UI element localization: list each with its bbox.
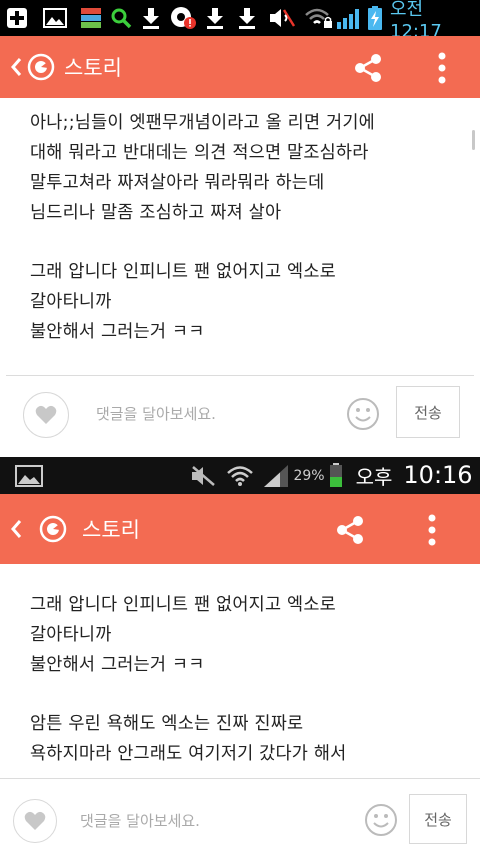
back-icon[interactable] [6, 516, 26, 542]
status-time: 오전 12:17 [390, 0, 442, 42]
share-icon[interactable] [334, 514, 366, 546]
send-button[interactable]: 전송 [409, 794, 467, 844]
post-line: 욕하지마라 안그래도 여기저기 갔다가 해서 [30, 744, 347, 764]
post-line: 아나;;님들이 엣팬무개념이라고 올 리면 거기에 [30, 113, 375, 133]
download-icon [140, 7, 162, 29]
comment-bar: 전송 [0, 779, 480, 853]
post-line: 님드리나 말좀 조심하고 짜져 살아 [30, 203, 282, 223]
mute-icon [268, 7, 296, 29]
app-bar: 스토리 [0, 36, 480, 98]
comment-bar: 전송 [0, 376, 480, 452]
post-line: 그래 압니다 인피니트 팬 없어지고 엑소로 [30, 595, 336, 615]
battery-icon [328, 463, 344, 487]
post-line: 대해 뭐라고 반대데는 의견 적으면 말조심하라 [30, 143, 369, 163]
post-line: 갈아타니까 [30, 625, 112, 645]
post-line: 그래 압니다 인피니트 팬 없어지고 엑소로 [30, 262, 336, 282]
status-bar: 29% 오후 10:16 [0, 457, 480, 494]
status-ampm: 오후 [355, 464, 393, 489]
search-icon [110, 7, 132, 29]
post-body: 아나;;님들이 엣팬무개념이라고 올 리면 거기에 대해 뭐라고 반대데는 의견… [30, 108, 460, 347]
kakaostory-logo-icon [26, 52, 56, 82]
share-icon[interactable] [352, 52, 384, 84]
emoji-icon[interactable] [364, 803, 398, 837]
back-icon[interactable] [6, 54, 26, 80]
wifi-icon [226, 465, 254, 487]
record-alert-icon [170, 7, 196, 29]
scrollbar-thumb[interactable] [472, 130, 475, 150]
emoji-icon[interactable] [346, 397, 380, 431]
download-icon [236, 7, 258, 29]
app-title: 스토리 [82, 518, 140, 542]
more-options-icon[interactable] [422, 512, 442, 548]
post-body: 그래 압니다 인피니트 팬 없어지고 엑소로 갈아타니까 불안해서 그러는거 ㅋ… [30, 590, 460, 778]
app-title: 스토리 [64, 56, 122, 80]
kakaostory-logo-icon [38, 514, 68, 544]
image-icon [14, 465, 44, 487]
add-icon [4, 7, 30, 29]
signal-icon [262, 465, 290, 487]
heart-icon [35, 405, 57, 424]
like-button[interactable] [13, 799, 57, 843]
like-button[interactable] [23, 392, 69, 438]
heart-icon [24, 811, 46, 830]
battery-charging-icon [366, 6, 384, 30]
post-line: 암튼 우린 욕해도 엑소는 진짜 진짜로 [30, 714, 304, 734]
comment-input[interactable] [78, 809, 332, 833]
download-icon [204, 7, 226, 29]
post-line: 갈아타니까 [30, 292, 112, 312]
post-line: 불안해서 그러는거 ㅋㅋ [30, 655, 205, 675]
send-button[interactable]: 전송 [396, 386, 460, 438]
comment-input[interactable] [94, 402, 338, 426]
status-bar: 오전 12:17 [0, 0, 480, 42]
signal-icon [336, 7, 362, 29]
status-time: 10:16 [403, 461, 473, 489]
mute-icon [190, 465, 218, 487]
battery-percent: 29% [293, 468, 325, 484]
image-icon [42, 7, 68, 29]
wifi-lock-icon [304, 7, 334, 29]
more-options-icon[interactable] [432, 50, 452, 86]
post-line: 불안해서 그러는거 ㅋㅋ [30, 322, 205, 342]
post-line: 말투고쳐라 짜져살아라 뭐라뭐라 하는데 [30, 173, 325, 193]
app-grid-icon [80, 7, 102, 29]
app-bar: 스토리 [0, 494, 480, 564]
